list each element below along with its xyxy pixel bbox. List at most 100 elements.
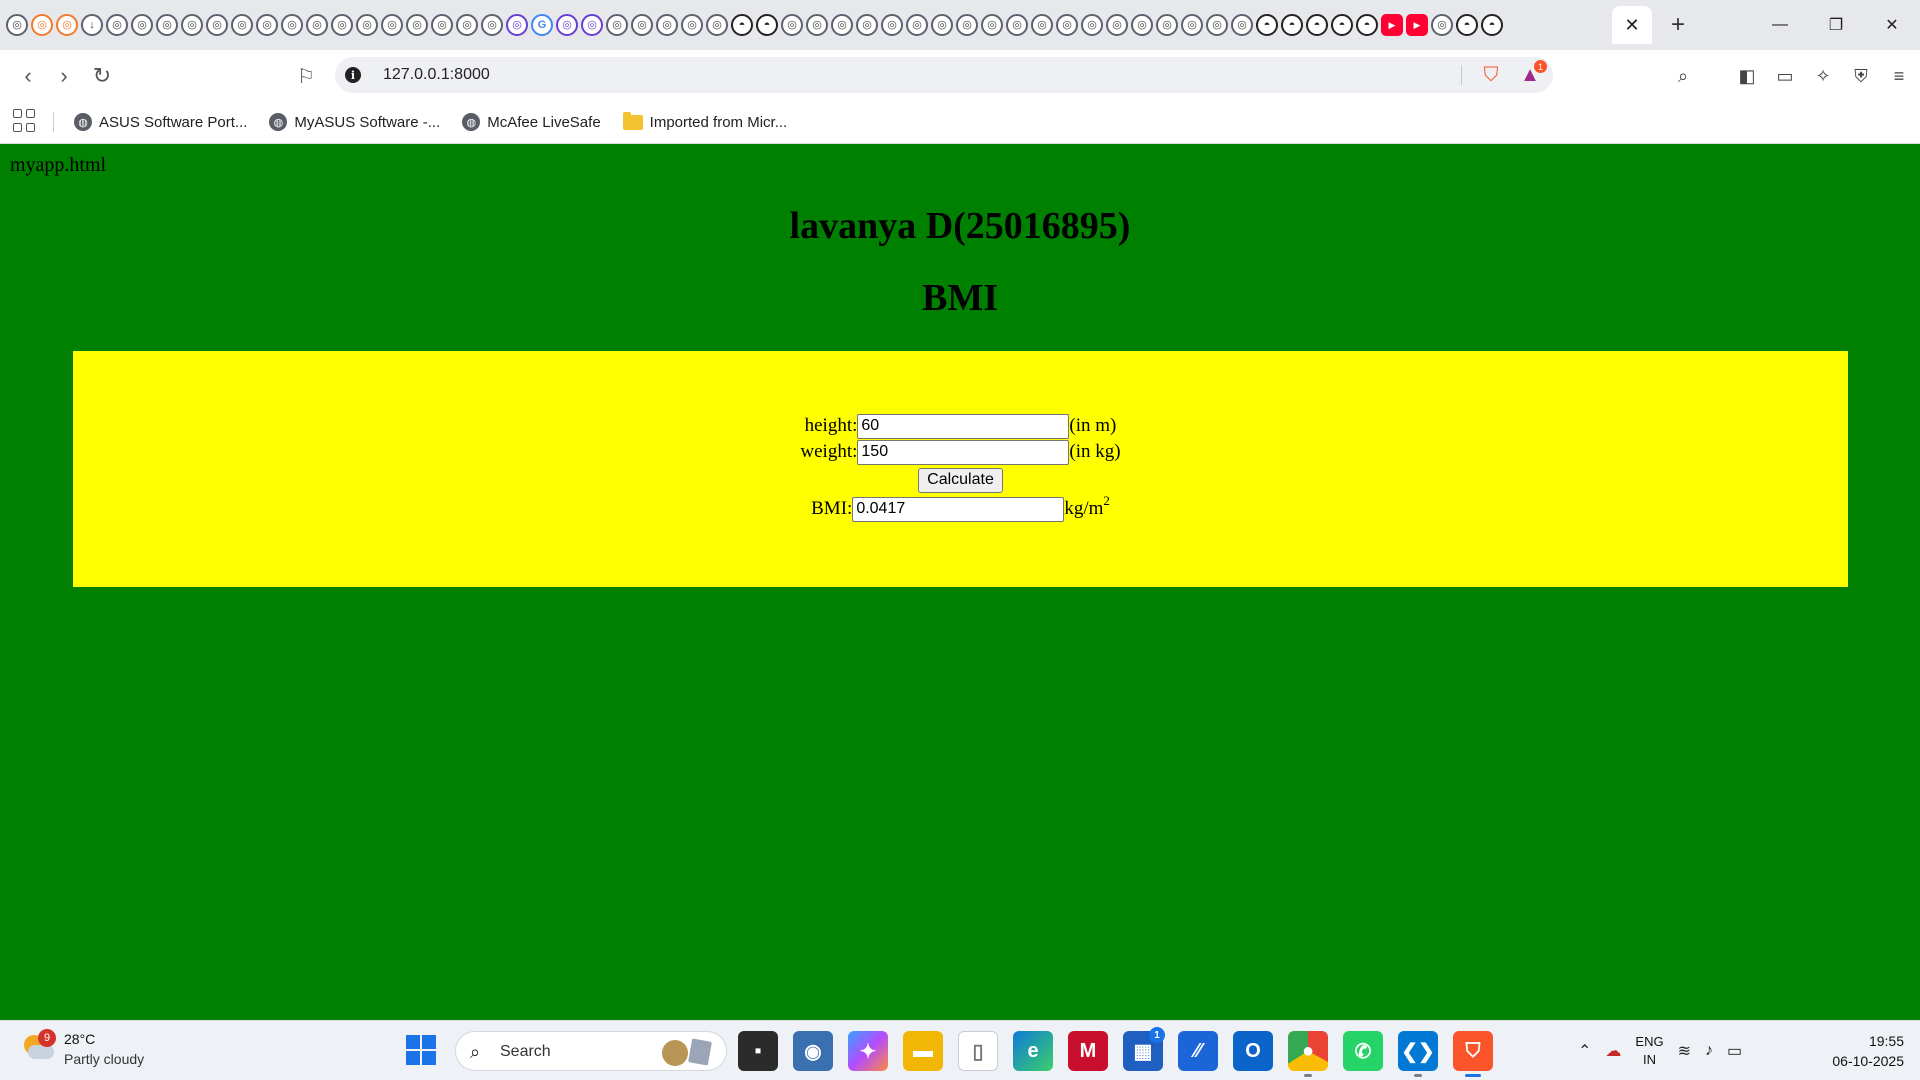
chrome-icon[interactable]: ● (1288, 1031, 1328, 1077)
wallet-icon[interactable]: ▭ (1770, 62, 1800, 90)
microsoft-store-icon[interactable]: ▦ 1 (1123, 1027, 1165, 1071)
onedrive-error-icon[interactable]: ☁ (1605, 1041, 1621, 1061)
brave-tab-icon[interactable]: ◎ (806, 14, 828, 36)
blank-file-icon[interactable]: ▯ (958, 1031, 998, 1071)
outlook-icon[interactable]: O (1233, 1031, 1273, 1071)
purple-tab-icon[interactable]: ◎ (556, 14, 578, 36)
height-input[interactable] (857, 413, 1070, 439)
purple-tab-icon[interactable]: ◎ (581, 14, 603, 36)
youtube-tab-icon[interactable]: ▶ (1406, 14, 1428, 36)
brave-tab-icon[interactable]: ◎ (281, 14, 303, 36)
brave-tab-icon[interactable]: ◎ (256, 14, 278, 36)
github-tab-icon[interactable]: ◓ (1256, 14, 1278, 36)
brave-tab-icon[interactable]: ◎ (881, 14, 903, 36)
brave-browser-icon[interactable]: ⛉ (1453, 1031, 1493, 1077)
github-tab-icon[interactable]: ◓ (1481, 14, 1503, 36)
brave-tab-icon[interactable]: ◎ (206, 14, 228, 36)
purple-tab-icon[interactable]: ◎ (506, 14, 528, 36)
youtube-tab-icon[interactable]: ▶ (1381, 14, 1403, 36)
start-button[interactable] (406, 1035, 436, 1065)
brave-orange-tab-icon[interactable]: ◎ (56, 14, 78, 36)
brave-tab-icon[interactable]: ◎ (1106, 14, 1128, 36)
github-tab-icon[interactable]: ◓ (1456, 14, 1478, 36)
brave-tab-icon[interactable]: ◎ (906, 14, 928, 36)
wifi-icon[interactable]: ≋ (1678, 1041, 1691, 1061)
brave-tab-icon[interactable]: ◎ (856, 14, 878, 36)
brave-tab-icon[interactable]: ◎ (606, 14, 628, 36)
mcafee-icon[interactable]: M (1068, 1031, 1108, 1071)
google-tab-icon[interactable]: G (531, 14, 553, 36)
brave-tab-icon[interactable]: ◎ (1156, 14, 1178, 36)
edge-icon[interactable]: e (1013, 1031, 1053, 1071)
brave-tab-icon[interactable]: ◎ (1056, 14, 1078, 36)
brave-tab-icon[interactable]: ◎ (156, 14, 178, 36)
address-bar[interactable]: i 127.0.0.1:8000 ⛉ ▲ 1 (335, 57, 1553, 93)
menu-icon[interactable]: ≡ (1884, 62, 1914, 90)
brave-tab-icon[interactable]: ◎ (1231, 14, 1253, 36)
apps-grid-icon[interactable] (13, 109, 37, 133)
github-tab-icon[interactable]: ◓ (1331, 14, 1353, 36)
brave-rewards-icon[interactable]: ▲ 1 (1517, 60, 1547, 87)
brave-tab-icon[interactable]: ◎ (1431, 14, 1453, 36)
url-text[interactable]: 127.0.0.1:8000 (383, 66, 490, 84)
minimize-button[interactable]: — (1752, 0, 1808, 50)
brave-tab-icon[interactable]: ◎ (956, 14, 978, 36)
brave-tab-icon[interactable]: ◎ (306, 14, 328, 36)
firefox-like-app-icon[interactable]: ◉ (793, 1031, 833, 1071)
brave-tab-icon[interactable]: ◎ (381, 14, 403, 36)
github-tab-icon[interactable]: ◓ (731, 14, 753, 36)
brave-tab-icon[interactable]: ◎ (831, 14, 853, 36)
brave-tab-icon[interactable]: ◎ (1006, 14, 1028, 36)
brave-shields-icon[interactable]: ⛉ (1479, 63, 1503, 87)
page-search-icon[interactable]: ⌕ (1668, 62, 1698, 90)
clock[interactable]: 19:55 06-10-2025 (1804, 1031, 1904, 1071)
brave-tab-icon[interactable]: ◎ (1181, 14, 1203, 36)
new-tab-button[interactable]: + (1662, 10, 1694, 40)
calculate-button[interactable]: Calculate (918, 467, 1003, 493)
brave-tab-icon[interactable]: ◎ (106, 14, 128, 36)
taskbar-search[interactable]: ⌕ Search (455, 1031, 727, 1071)
brave-tab-icon[interactable]: ◎ (631, 14, 653, 36)
vscode-icon[interactable]: ❮❯ (1398, 1031, 1438, 1077)
brave-tab-icon[interactable]: ◎ (781, 14, 803, 36)
github-tab-icon[interactable]: ◓ (756, 14, 778, 36)
brave-tab-icon[interactable]: ◎ (1206, 14, 1228, 36)
brave-tab-icon[interactable]: ◎ (231, 14, 253, 36)
copilot-icon[interactable]: ✦ (848, 1031, 888, 1071)
brave-tab-icon[interactable]: ◎ (706, 14, 728, 36)
brave-tab-icon[interactable]: ◎ (406, 14, 428, 36)
volume-icon[interactable]: ♪ (1705, 1042, 1713, 1060)
brave-tab-icon[interactable]: ◎ (181, 14, 203, 36)
bmi-output[interactable] (852, 496, 1065, 522)
task-view-icon[interactable]: ▪ (738, 1031, 778, 1071)
brave-tab-icon[interactable]: ◎ (931, 14, 953, 36)
file-explorer-icon[interactable]: ▬ (903, 1031, 943, 1071)
brave-tab-icon[interactable]: ◎ (431, 14, 453, 36)
brave-tab-icon[interactable]: ◎ (331, 14, 353, 36)
brave-tab-icon[interactable]: ◎ (481, 14, 503, 36)
brave-tab-icon[interactable]: ◎ (1031, 14, 1053, 36)
leo-ai-icon[interactable]: ✧ (1808, 62, 1838, 90)
github-tab-icon[interactable]: ◓ (1306, 14, 1328, 36)
brave-tab-icon[interactable]: ◎ (131, 14, 153, 36)
chevron-up-icon[interactable]: ⌃ (1578, 1041, 1591, 1061)
weather-widget[interactable]: 9 28°C Partly cloudy (22, 1029, 192, 1073)
github-tab-icon[interactable]: ◓ (1356, 14, 1378, 36)
download-tab-icon[interactable]: ↓ (81, 14, 103, 36)
myasus-icon[interactable]: ⁄⁄ (1178, 1031, 1218, 1071)
brave-tab-icon[interactable]: ◎ (981, 14, 1003, 36)
battery-icon[interactable]: ▭ (1727, 1041, 1742, 1061)
vpn-shield-icon[interactable]: ⛨ (1846, 62, 1876, 90)
bookmark-mcafee-livesafe[interactable]: ◍ McAfee LiveSafe (462, 113, 601, 131)
bookmark-asus-software-portal[interactable]: ◍ ASUS Software Port... (74, 113, 247, 131)
bookmark-folder-imported[interactable]: Imported from Micr... (622, 111, 787, 131)
bookmark-page-button[interactable]: ⚐ (292, 62, 320, 90)
brave-tab-icon[interactable]: ◎ (1131, 14, 1153, 36)
whatsapp-icon[interactable]: ✆ (1343, 1031, 1383, 1071)
brave-tab-icon[interactable]: ◎ (456, 14, 478, 36)
forward-button[interactable]: › (50, 62, 78, 90)
brave-tab-icon[interactable]: ◎ (1081, 14, 1103, 36)
restore-button[interactable]: ❐ (1808, 0, 1864, 50)
github-tab-icon[interactable]: ◓ (1281, 14, 1303, 36)
brave-tab-icon[interactable]: ◎ (681, 14, 703, 36)
